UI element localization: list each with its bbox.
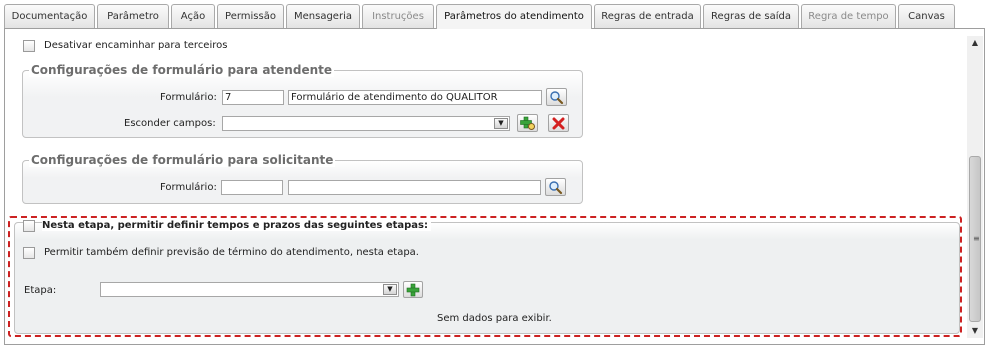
stage-label: Etapa: xyxy=(24,285,57,296)
stage-select[interactable] xyxy=(100,282,399,297)
chevron-down-icon[interactable]: ▼ xyxy=(383,284,397,295)
forecast-label: Permitir também definir previsão de térm… xyxy=(44,247,419,258)
hide-fields-label: Esconder campos: xyxy=(124,118,216,129)
green-plus-icon xyxy=(520,116,535,130)
stage-times-checkbox[interactable] xyxy=(23,220,35,232)
tab-instrucoes[interactable]: Instruções xyxy=(362,4,434,28)
tab-regras-saida[interactable]: Regras de saída xyxy=(703,4,799,28)
grip-icon: ≡ xyxy=(973,234,980,243)
green-plus-icon xyxy=(406,283,420,297)
scroll-down-icon[interactable]: ▼ xyxy=(967,324,983,338)
attendant-form-search-button[interactable] xyxy=(546,88,567,106)
requester-form-legend: Configurações de formulário para solicit… xyxy=(29,153,336,167)
forecast-checkbox[interactable] xyxy=(23,247,35,259)
stage-times-legend: Nesta etapa, permitir definir tempos e p… xyxy=(42,220,431,231)
scrollbar-thumb[interactable]: ≡ xyxy=(969,156,981,322)
tab-parametros-atendimento[interactable]: Parâmetros do atendimento xyxy=(436,4,592,29)
tab-parametro[interactable]: Parâmetro xyxy=(97,4,169,28)
add-stage-button[interactable] xyxy=(403,281,423,298)
tab-regras-entrada[interactable]: Regras de entrada xyxy=(594,4,701,28)
disable-forward-label: Desativar encaminhar para terceiros xyxy=(44,40,228,51)
requester-form-search-button[interactable] xyxy=(545,178,566,196)
empty-grid-text: Sem dados para exibir. xyxy=(437,313,552,324)
requester-form-label: Formulário: xyxy=(160,182,217,193)
tab-canvas[interactable]: Canvas xyxy=(898,4,955,28)
tab-regra-tempo[interactable]: Regra de tempo xyxy=(801,4,896,28)
hide-fields-select[interactable] xyxy=(222,116,510,131)
disable-forward-checkbox[interactable] xyxy=(23,40,35,52)
vertical-scrollbar[interactable]: ▲ ≡ ▼ xyxy=(967,36,983,338)
magnifier-icon xyxy=(550,91,564,105)
requester-form-name-input[interactable] xyxy=(288,180,541,195)
scroll-up-icon[interactable]: ▲ xyxy=(967,36,983,50)
chevron-down-icon[interactable]: ▼ xyxy=(494,118,508,129)
attendant-form-code-input[interactable]: 7 xyxy=(222,90,284,105)
red-x-icon xyxy=(552,117,565,130)
attendant-form-name-input[interactable]: Formulário de atendimento do QUALITOR xyxy=(288,90,542,105)
attendant-form-legend: Configurações de formulário para atenden… xyxy=(29,63,334,77)
tab-permissao[interactable]: Permissão xyxy=(217,4,284,28)
tab-mensageria[interactable]: Mensageria xyxy=(286,4,360,28)
attendant-form-label: Formulário: xyxy=(160,92,217,103)
requester-form-code-input[interactable] xyxy=(221,180,283,195)
tab-acao[interactable]: Ação xyxy=(171,4,215,28)
tab-documentacao[interactable]: Documentação xyxy=(4,4,95,28)
magnifier-icon xyxy=(549,181,563,195)
remove-hidden-field-button[interactable] xyxy=(548,114,569,132)
add-hidden-field-button[interactable] xyxy=(517,114,538,132)
